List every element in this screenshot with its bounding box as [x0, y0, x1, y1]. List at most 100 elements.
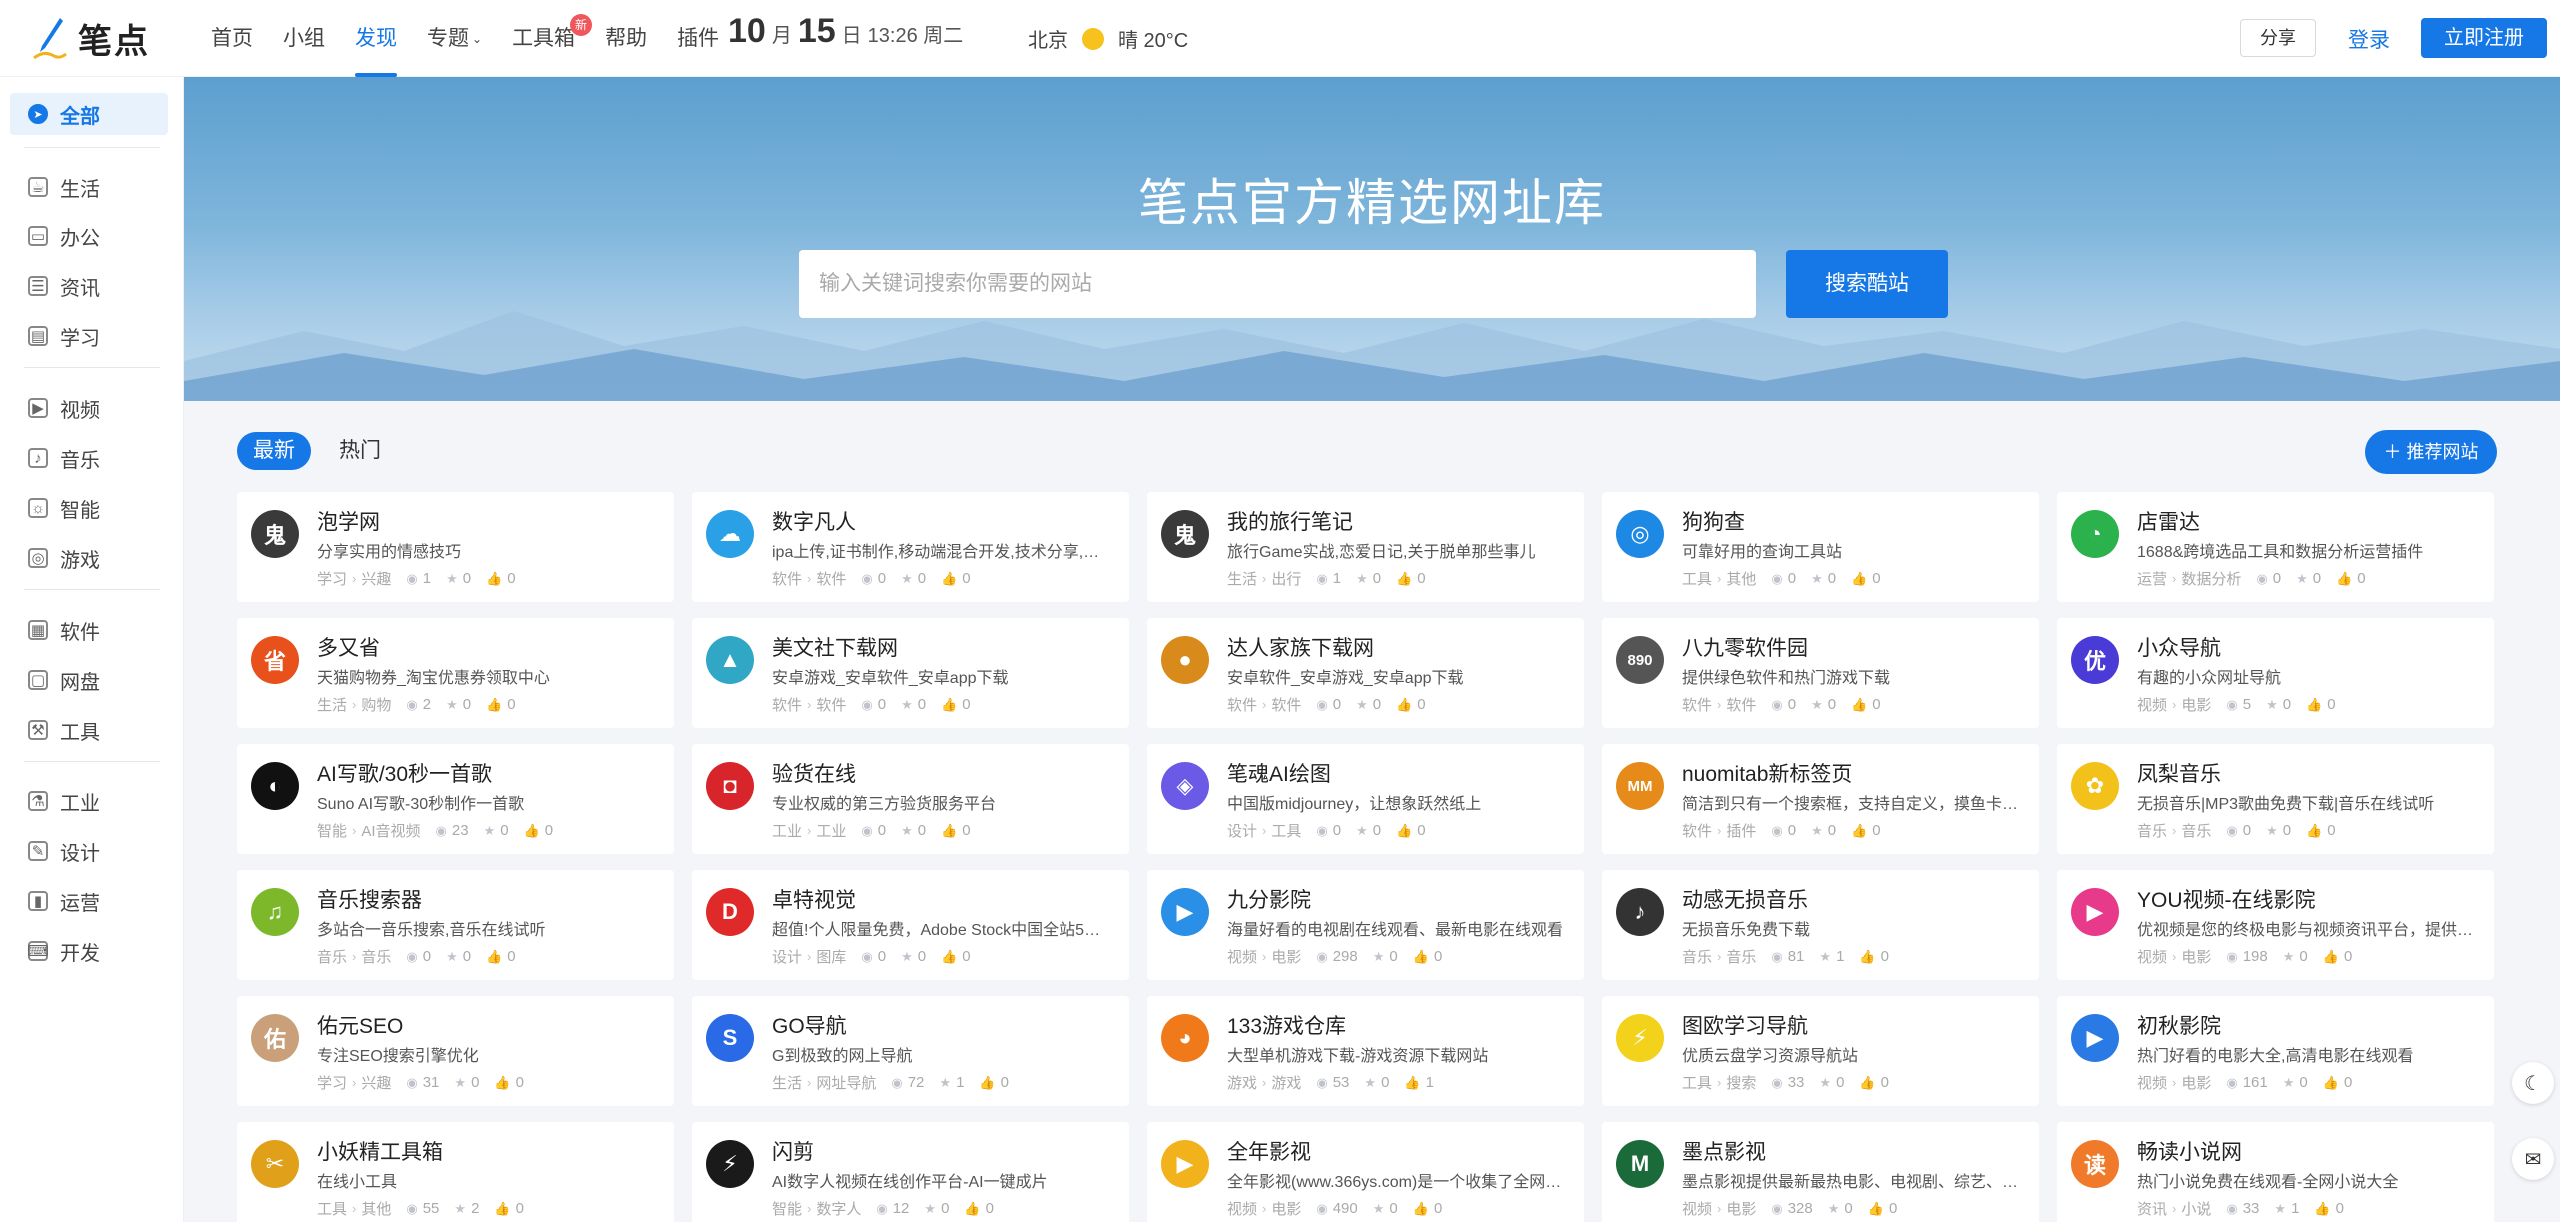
register-button[interactable]: 立即注册	[2421, 18, 2547, 58]
site-card[interactable]: 优小众导航 有趣的小众网址导航 视频 › 电影 ◉ 5 ★ 0 👍 0	[2057, 618, 2494, 728]
site-subcategory[interactable]: 其他	[361, 1198, 391, 1219]
sidebar-item-2[interactable]: ▭ 办公	[10, 215, 168, 257]
nav-item-5[interactable]: 帮助	[590, 0, 662, 77]
chat-icon[interactable]: ✉	[2512, 1138, 2554, 1180]
site-category[interactable]: 生活	[1227, 568, 1257, 589]
site-card[interactable]: ◔ 店雷达 1688&跨境选品工具和数据分析运营插件 运营 › 数据分析 ◉ 0 ★ 0 👍 0	[2057, 492, 2494, 602]
site-card[interactable]: 鬼我的旅行笔记 旅行Game实战,恋爱日记,关于脱单那些事儿 生活 › 出行 ◉ 1 ★ 0 👍 0	[1147, 492, 1584, 602]
site-card[interactable]: ◎ 狗狗查 可靠好用的查询工具站 工具 › 其他 ◉ 0 ★ 0 👍 0	[1602, 492, 2039, 602]
site-card[interactable]: 佑佑元SEO 专注SEO搜索引擎优化 学习 › 兴趣 ◉ 31 ★ 0 👍 0	[237, 996, 674, 1106]
site-title[interactable]: 八九零软件园	[1682, 632, 1808, 662]
site-subcategory[interactable]: 数字人	[816, 1198, 861, 1219]
site-title[interactable]: GO导航	[772, 1010, 847, 1040]
nav-item-1[interactable]: 小组	[268, 0, 340, 77]
nav-item-3[interactable]: 专题 ⌄	[412, 0, 497, 77]
site-subcategory[interactable]: 其他	[1726, 568, 1756, 589]
site-category[interactable]: 音乐	[2137, 820, 2167, 841]
site-title[interactable]: 音乐搜索器	[317, 884, 422, 914]
nav-item-0[interactable]: 首页	[196, 0, 268, 77]
site-subcategory[interactable]: 软件	[1726, 694, 1756, 715]
site-title[interactable]: 狗狗查	[1682, 506, 1745, 536]
site-card[interactable]: ● 达人家族下载网 安卓软件_安卓游戏_安卓app下载 软件 › 软件 ◉ 0 ★ 0 👍 0	[1147, 618, 1584, 728]
site-card[interactable]: ✂ 小妖精工具箱 在线小工具 工具 › 其他 ◉ 55 ★ 2 👍 0	[237, 1122, 674, 1222]
site-card[interactable]: ▶ YOU视频-在线影院 优视频是您的终极电影与视频资讯平台，提供… 视频 › 电影 ◉ 19…	[2057, 870, 2494, 980]
site-card[interactable]: ▲ 美文社下载网 安卓游戏_安卓软件_安卓app下载 软件 › 软件 ◉ 0 ★ 0 👍 0	[692, 618, 1129, 728]
sidebar-item-12[interactable]: ⚗ 工业	[10, 780, 168, 822]
sidebar-item-15[interactable]: ⌨ 开发	[10, 930, 168, 972]
site-subcategory[interactable]: 软件	[816, 694, 846, 715]
site-category[interactable]: 音乐	[317, 946, 347, 967]
site-category[interactable]: 智能	[772, 1198, 802, 1219]
site-title[interactable]: YOU视频-在线影院	[2137, 884, 2316, 914]
site-title[interactable]: 凤梨音乐	[2137, 758, 2221, 788]
site-card[interactable]: ◘ 验货在线 专业权威的第三方验货服务平台 工业 › 工业 ◉ 0 ★ 0 👍 0	[692, 744, 1129, 854]
site-subcategory[interactable]: 插件	[1726, 820, 1756, 841]
site-title[interactable]: 笔魂AI绘图	[1227, 758, 1331, 788]
site-title[interactable]: 初秋影院	[2137, 1010, 2221, 1040]
site-title[interactable]: 133游戏仓库	[1227, 1010, 1346, 1040]
site-card[interactable]: MM nuomitab新标签页 简洁到只有一个搜索框，支持自定义，摸鱼卡… 软件 › 插件…	[1602, 744, 2039, 854]
site-subcategory[interactable]: 小说	[2181, 1198, 2211, 1219]
site-subcategory[interactable]: 软件	[1271, 694, 1301, 715]
site-category[interactable]: 视频	[1227, 1198, 1257, 1219]
site-search-input[interactable]	[799, 250, 1756, 318]
site-subcategory[interactable]: 工业	[816, 820, 846, 841]
site-category[interactable]: 资讯	[2137, 1198, 2167, 1219]
site-title[interactable]: 店雷达	[2137, 506, 2200, 536]
site-subcategory[interactable]: 网址导航	[816, 1072, 876, 1093]
site-subcategory[interactable]: 图库	[816, 946, 846, 967]
site-category[interactable]: 视频	[1227, 946, 1257, 967]
site-subcategory[interactable]: 兴趣	[361, 568, 391, 589]
site-card[interactable]: ◈ 笔魂AI绘图 中国版midjourney，让想象跃然纸上 设计 › 工具 ◉ 0 ★ 0 👍 0	[1147, 744, 1584, 854]
site-title[interactable]: AI写歌/30秒一首歌	[317, 758, 492, 788]
site-category[interactable]: 生活	[317, 694, 347, 715]
site-subcategory[interactable]: 购物	[361, 694, 391, 715]
site-title[interactable]: 闪剪	[772, 1136, 814, 1166]
site-title[interactable]: 泡学网	[317, 506, 380, 536]
site-title[interactable]: 畅读小说网	[2137, 1136, 2242, 1166]
share-button[interactable]: 分享	[2240, 19, 2316, 57]
sidebar-item-7[interactable]: ☼ 智能	[10, 487, 168, 529]
sidebar-item-1[interactable]: ☕ 生活	[10, 166, 168, 208]
site-card[interactable]: ◕ 133游戏仓库 大型单机游戏下载-游戏资源下载网站 游戏 › 游戏 ◉ 53 ★ 0 👍 1	[1147, 996, 1584, 1106]
site-card[interactable]: 省多又省 天猫购物券_淘宝优惠券领取中心 生活 › 购物 ◉ 2 ★ 0 👍 0	[237, 618, 674, 728]
site-subcategory[interactable]: 电影	[2181, 694, 2211, 715]
site-title[interactable]: 小众导航	[2137, 632, 2221, 662]
site-subcategory[interactable]: AI音视频	[361, 820, 420, 841]
nav-item-4[interactable]: 工具箱新	[497, 0, 593, 77]
site-title[interactable]: 美文社下载网	[772, 632, 898, 662]
site-subcategory[interactable]: 电影	[1726, 1198, 1756, 1219]
dark-mode-icon[interactable]: ☾	[2512, 1062, 2554, 1104]
site-card[interactable]: 读 畅读小说网 热门小说免费在线观看-全网小说大全 资讯 › 小说 ◉ 33 ★ 1 👍 0	[2057, 1122, 2494, 1222]
site-category[interactable]: 学习	[317, 1072, 347, 1093]
site-category[interactable]: 软件	[1682, 694, 1712, 715]
sidebar-item-0[interactable]: ➤ 全部	[10, 93, 168, 135]
site-card[interactable]: 鬼泡学网 分享实用的情感技巧 学习 › 兴趣 ◉ 1 ★ 0 👍 0	[237, 492, 674, 602]
site-title[interactable]: 墨点影视	[1682, 1136, 1766, 1166]
site-category[interactable]: 软件	[772, 568, 802, 589]
site-title[interactable]: 九分影院	[1227, 884, 1311, 914]
site-title[interactable]: 我的旅行笔记	[1227, 506, 1353, 536]
site-category[interactable]: 智能	[317, 820, 347, 841]
site-category[interactable]: 设计	[1227, 820, 1257, 841]
site-title[interactable]: 小妖精工具箱	[317, 1136, 443, 1166]
site-category[interactable]: 软件	[1227, 694, 1257, 715]
sidebar-item-6[interactable]: ♪ 音乐	[10, 437, 168, 479]
site-card[interactable]: D 卓特视觉 超值!个人限量免费，Adobe Stock中国全站5… 设计 › 图库 ◉ 0 ★…	[692, 870, 1129, 980]
site-title[interactable]: 验货在线	[772, 758, 856, 788]
site-title[interactable]: 动感无损音乐	[1682, 884, 1808, 914]
sidebar-item-3[interactable]: ☰ 资讯	[10, 265, 168, 307]
sidebar-item-9[interactable]: ▦ 软件	[10, 609, 168, 651]
site-category[interactable]: 视频	[2137, 1072, 2167, 1093]
site-card[interactable]: ☁ 数字凡人 ipa上传,证书制作,移动端混合开发,技术分享,… 软件 › 软件 ◉ 0 ★ 0 👍…	[692, 492, 1129, 602]
site-card[interactable]: ♪ 动感无损音乐 无损音乐免费下载 音乐 › 音乐 ◉ 81 ★ 1 👍 0	[1602, 870, 2039, 980]
site-card[interactable]: M 墨点影视 墨点影视提供最新最热电影、电视剧、综艺、… 视频 › 电影 ◉ 328 ★ 0 👍 0	[1602, 1122, 2039, 1222]
site-subcategory[interactable]: 音乐	[1726, 946, 1756, 967]
sidebar-item-8[interactable]: ◎ 游戏	[10, 537, 168, 579]
recommend-site-button[interactable]: ＋ 推荐网站	[2365, 430, 2497, 474]
sidebar-item-4[interactable]: ▤ 学习	[10, 315, 168, 357]
site-card[interactable]: S GO导航 G到极致的网上导航 生活 › 网址导航 ◉ 72 ★ 1 👍 0	[692, 996, 1129, 1106]
site-category[interactable]: 工业	[772, 820, 802, 841]
sidebar-item-11[interactable]: ⚒ 工具	[10, 709, 168, 751]
site-subcategory[interactable]: 游戏	[1271, 1072, 1301, 1093]
